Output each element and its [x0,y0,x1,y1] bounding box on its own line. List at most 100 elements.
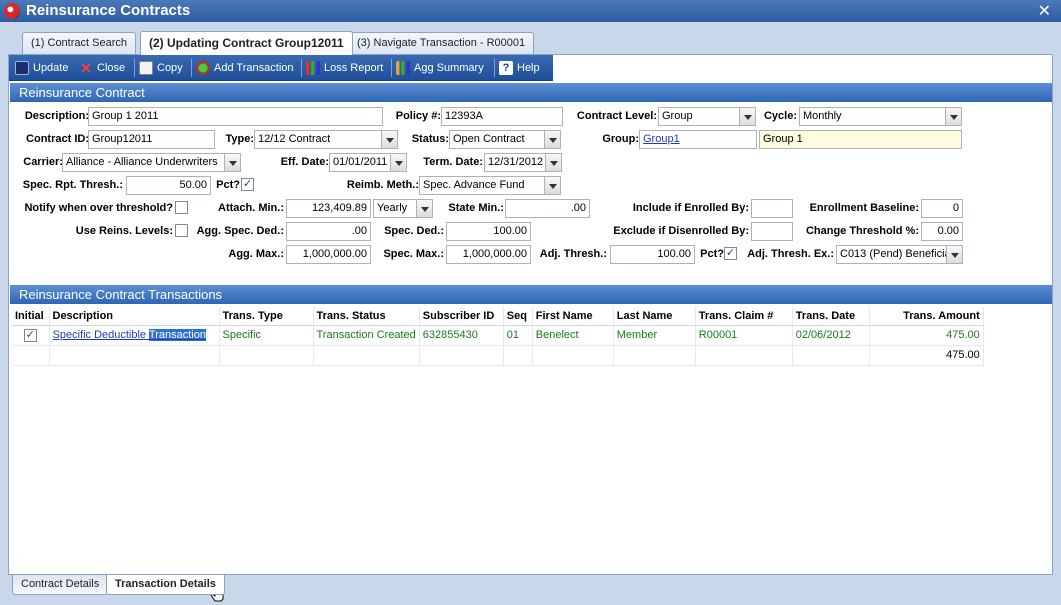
column-header[interactable]: Trans. Status [313,307,420,326]
chevron-down-icon[interactable] [544,177,560,194]
transactions-section-header: Reinsurance Contract Transactions [10,285,1052,304]
chevron-down-icon[interactable] [544,131,560,148]
attach-period-select[interactable]: Yearly [373,199,433,218]
include-enrolled-input[interactable] [751,199,793,218]
status-select[interactable]: Open Contract [449,130,561,149]
carrier-select[interactable]: Alliance - Alliance Underwriters [62,153,241,172]
reimb-meth-select[interactable]: Spec. Advance Fund [419,176,561,195]
cycle-value: Monthly [803,110,842,122]
spec-rpt-thresh-input[interactable]: 50.00 [126,176,211,195]
empty-cell [792,345,870,366]
pct-checkbox[interactable]: ✓ [241,178,254,191]
empty-cell [49,345,220,366]
contract-level-select[interactable]: Group [658,107,756,126]
add-transaction-button[interactable]: Add Transaction [194,59,294,77]
add-transaction-label: Add Transaction [214,62,294,74]
column-header[interactable]: Last Name [613,307,696,326]
cycle-select[interactable]: Monthly [799,107,962,126]
copy-button[interactable]: Copy [137,59,183,77]
type-value: 12/12 Contract [258,133,331,145]
window-close-icon[interactable]: ✕ [1038,1,1051,21]
tab-navigate-transaction[interactable]: (3) Navigate Transaction - R00001 [348,32,535,54]
seq-cell: 01 [503,325,533,346]
notify-checkbox[interactable] [175,201,188,214]
amount-cell: 475.00 [869,325,984,346]
empty-cell [532,345,614,366]
attach-min-input[interactable]: 123,409.89 [286,199,371,218]
tab-contract-search[interactable]: (1) Contract Search [22,32,136,54]
agg-max-input[interactable]: 1,000,000.00 [286,245,371,264]
eff-date-value: 01/01/2011 [333,156,388,168]
empty-cell [613,345,696,366]
attach-period-value: Yearly [377,202,408,214]
loss-report-chart-icon [306,61,320,75]
agg-spec-ded-input[interactable]: .00 [286,222,371,241]
chevron-down-icon[interactable] [945,108,961,125]
table-total-row: 475.00 [12,345,984,366]
update-button[interactable]: Update [13,59,68,77]
close-button[interactable]: ✕ Close [77,59,125,77]
description-link[interactable]: Specific Deductible Transaction [53,329,206,341]
tab-transaction-details[interactable]: Transaction Details [106,575,225,595]
empty-cell [12,345,50,366]
tab-updating-contract[interactable]: (2) Updating Contract Group12011 [140,31,353,55]
spec-ded-input[interactable]: 100.00 [446,222,531,241]
agg-summary-button[interactable]: Agg Summary [394,59,484,77]
spec-max-input[interactable]: 1,000,000.00 [446,245,531,264]
enrollment-baseline-input[interactable]: 0 [921,199,963,218]
trans-status-cell: Transaction Created [313,325,420,346]
chevron-down-icon[interactable] [416,200,432,217]
close-label: Close [97,62,126,74]
main-panel: Update ✕ Close Copy Add Transaction Loss… [8,54,1053,575]
empty-cell [313,345,420,366]
column-header[interactable]: Trans. Date [792,307,870,326]
type-select[interactable]: 12/12 Contract [254,130,398,149]
chevron-down-icon[interactable] [381,131,397,148]
toolbar-separator [301,59,302,77]
column-header[interactable]: Subscriber ID [419,307,504,326]
help-label: Help [517,62,540,74]
loss-report-button[interactable]: Loss Report [304,59,383,77]
term-date-value: 12/31/2012 [488,156,544,168]
column-header[interactable]: Trans. Type [219,307,314,326]
title-bar: Reinsurance Contracts ✕ [0,0,1061,22]
reimb-meth-value: Spec. Advance Fund [423,179,525,191]
table-row[interactable]: ✓ Specific Deductible Transaction Specif… [12,325,984,346]
column-header[interactable]: Initial [12,307,50,326]
chevron-down-icon[interactable] [946,246,962,263]
column-header[interactable]: First Name [532,307,614,326]
close-red-x-icon: ✕ [80,60,92,76]
pct-checkbox[interactable]: ✓ [724,247,737,260]
adj-thresh-input[interactable]: 100.00 [610,245,695,264]
trans-type-cell: Specific [219,325,314,346]
transactions-table: Initial Description Trans. Type Trans. S… [12,307,984,366]
initial-checkbox[interactable]: ✓ [23,328,37,342]
contract-section-header: Reinsurance Contract [10,83,1052,102]
change-threshold-label: Change Threshold %: [805,225,919,237]
tab-contract-details[interactable]: Contract Details [12,575,109,595]
chevron-down-icon[interactable] [224,154,240,171]
column-header[interactable]: Description [49,307,220,326]
description-cell[interactable]: Specific Deductible Transaction [49,325,220,346]
column-header[interactable]: Trans. Amount [869,307,984,326]
column-header[interactable]: Trans. Claim # [695,307,793,326]
term-date-picker[interactable]: 12/31/2012 [484,153,562,172]
pct-label: Pct? [700,248,724,260]
group-link[interactable]: Group1 [639,130,757,149]
exclude-disenrolled-input[interactable] [751,222,793,241]
term-date-label: Term. Date: [423,156,483,168]
column-header[interactable]: Seq [503,307,533,326]
description-input[interactable]: Group 1 2011 [88,107,383,126]
chevron-down-icon[interactable] [545,154,561,171]
use-reins-levels-checkbox[interactable] [175,224,188,237]
add-transaction-icon [196,61,210,75]
change-threshold-input[interactable]: 0.00 [921,222,963,241]
toolbar: Update ✕ Close Copy Add Transaction Loss… [9,55,553,81]
policy-input[interactable]: 12393A [441,107,563,126]
contract-id-input[interactable]: Group12011 [88,130,215,149]
chevron-down-icon[interactable] [390,154,406,171]
eff-date-picker[interactable]: 01/01/2011 [329,153,407,172]
adj-thresh-ex-select[interactable]: C013 (Pend) Beneficia [836,245,963,264]
state-min-input[interactable]: .00 [505,199,590,218]
help-button[interactable]: ? Help [497,59,540,77]
